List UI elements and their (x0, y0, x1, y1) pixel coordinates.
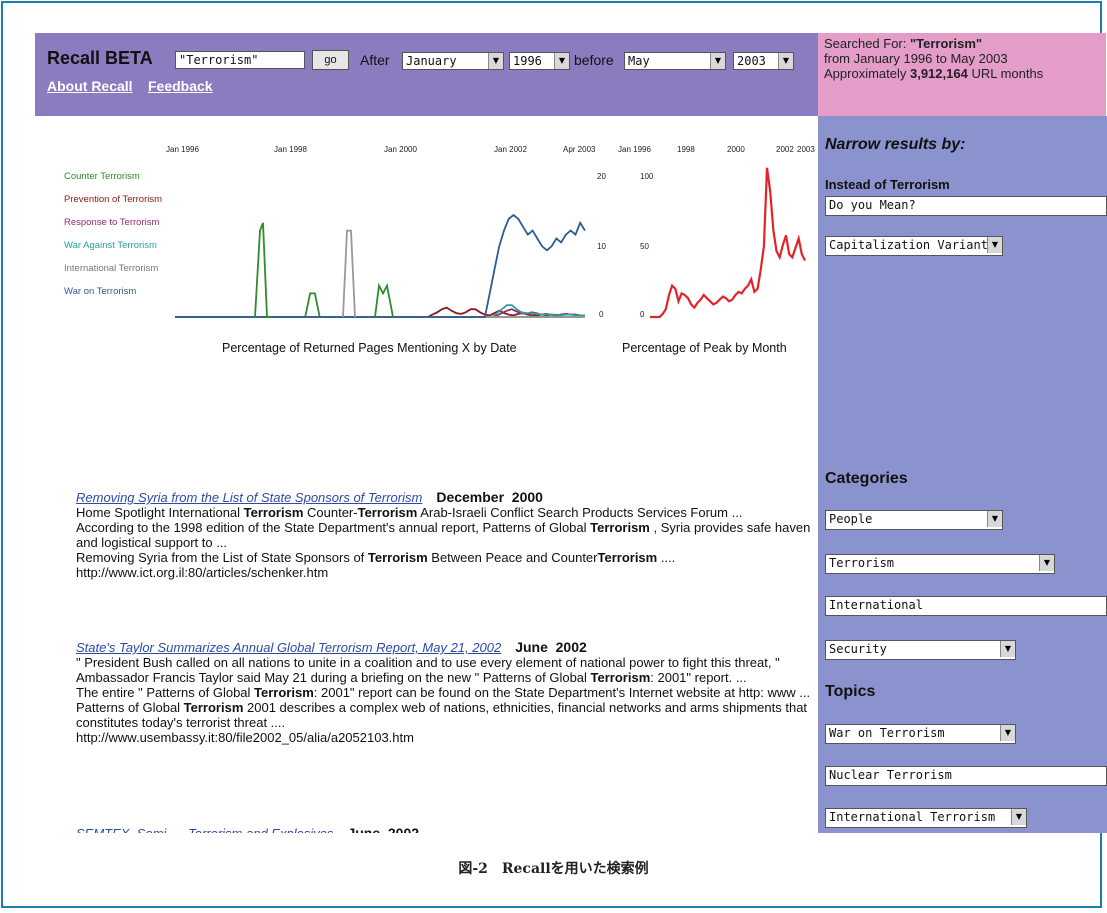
count-prefix: Approximately (824, 66, 910, 81)
capitalization-value: Capitalization Variants (829, 238, 996, 252)
searched-for-label: Searched For: (824, 36, 910, 51)
highlight-term: Terrorism (597, 550, 658, 565)
chevron-down-icon: ▼ (987, 237, 1002, 253)
searched-range: from January 1996 to May 2003 (824, 51, 1008, 66)
result-snippet: " President Bush called on all nations t… (76, 655, 780, 685)
result-title-link[interactable]: SEMTEX, Semi..... Terrorism and Explosiv… (76, 826, 333, 833)
result-date: December 2000 (436, 489, 543, 505)
result-title-link[interactable]: State's Taylor Summarizes Annual Global … (76, 640, 501, 655)
highlight-term: Terrorism (590, 670, 651, 685)
result-snippet: According to the 1998 edition of the Sta… (76, 520, 811, 550)
result-snippet: Patterns of Global Terrorism 2001 descri… (76, 700, 808, 730)
result-item: Removing Syria from the List of State Sp… (76, 489, 811, 581)
url-month-count: 3,912,164 (909, 66, 968, 81)
chevron-down-icon: ▼ (1000, 641, 1015, 657)
category-select-terrorism[interactable]: Terrorism ▼ (825, 554, 1055, 574)
narrow-title: Narrow results by: (825, 136, 966, 153)
topic-field-nuclear-terrorism[interactable]: Nuclear Terrorism (825, 766, 1107, 786)
chevron-down-icon: ▼ (1011, 809, 1026, 825)
chevron-down-icon: ▼ (1039, 555, 1054, 571)
highlight-term: Terrorism (367, 550, 428, 565)
category-field-international[interactable]: International (825, 596, 1107, 616)
category-value: Terrorism (829, 556, 895, 570)
results-list: Removing Syria from the List of State Sp… (0, 0, 818, 834)
topics-title: Topics (825, 683, 876, 700)
topic-select-international-terrorism[interactable]: International Terrorism ▼ (825, 808, 1027, 828)
do-you-mean-field[interactable]: Do you Mean? (825, 196, 1107, 216)
topic-value: International Terrorism (829, 810, 996, 824)
result-header: SEMTEX, Semi..... Terrorism and Explosiv… (76, 825, 811, 834)
figure-caption: 図-2 Recallを用いた検索例 (458, 861, 649, 877)
highlight-term: Terrorism (243, 505, 304, 520)
highlight-term: Terrorism (357, 505, 418, 520)
result-item: State's Taylor Summarizes Annual Global … (76, 639, 811, 746)
topic-value: War on Terrorism (829, 726, 945, 740)
result-snippet: The entire " Patterns of Global Terroris… (76, 685, 811, 700)
highlight-term: Terrorism (590, 520, 650, 535)
search-summary: Searched For: "Terrorism" from January 1… (818, 33, 1106, 116)
highlight-term: Terrorism (183, 700, 244, 715)
category-select-people[interactable]: People ▼ (825, 510, 1003, 530)
result-header: State's Taylor Summarizes Annual Global … (76, 639, 811, 656)
category-value: Security (829, 642, 887, 656)
result-snippet: Home Spotlight International Terrorism C… (76, 505, 743, 520)
count-suffix: URL months (967, 66, 1044, 81)
result-header: Removing Syria from the List of State Sp… (76, 489, 811, 506)
category-select-security[interactable]: Security ▼ (825, 640, 1016, 660)
result-snippet: http://www.usembassy.it:80/file2002_05/a… (76, 730, 414, 745)
searched-count-line: Approximately 3,912,164 URL months (824, 66, 1100, 81)
result-snippet: Removing Syria from the List of State Sp… (76, 550, 676, 565)
category-value: People (829, 512, 873, 526)
capitalization-select[interactable]: Capitalization Variants ▼ (825, 236, 1003, 256)
highlight-term: Terrorism (254, 685, 314, 700)
searched-query: "Terrorism" (910, 36, 983, 51)
instead-of-label: Instead of Terrorism (825, 177, 950, 192)
result-date: June 2002 (515, 639, 587, 655)
result-title-link[interactable]: Removing Syria from the List of State Sp… (76, 490, 422, 505)
chevron-down-icon: ▼ (987, 511, 1002, 527)
result-snippet: http://www.ict.org.il:80/articles/schenk… (76, 565, 329, 580)
result-date: June 2002 (347, 825, 420, 834)
topic-select-war-on-terrorism[interactable]: War on Terrorism ▼ (825, 724, 1016, 744)
searched-for-line: Searched For: "Terrorism" (824, 36, 1100, 51)
categories-title: Categories (825, 470, 908, 487)
result-item: SEMTEX, Semi..... Terrorism and Explosiv… (76, 825, 811, 834)
chevron-down-icon: ▼ (1000, 725, 1015, 741)
